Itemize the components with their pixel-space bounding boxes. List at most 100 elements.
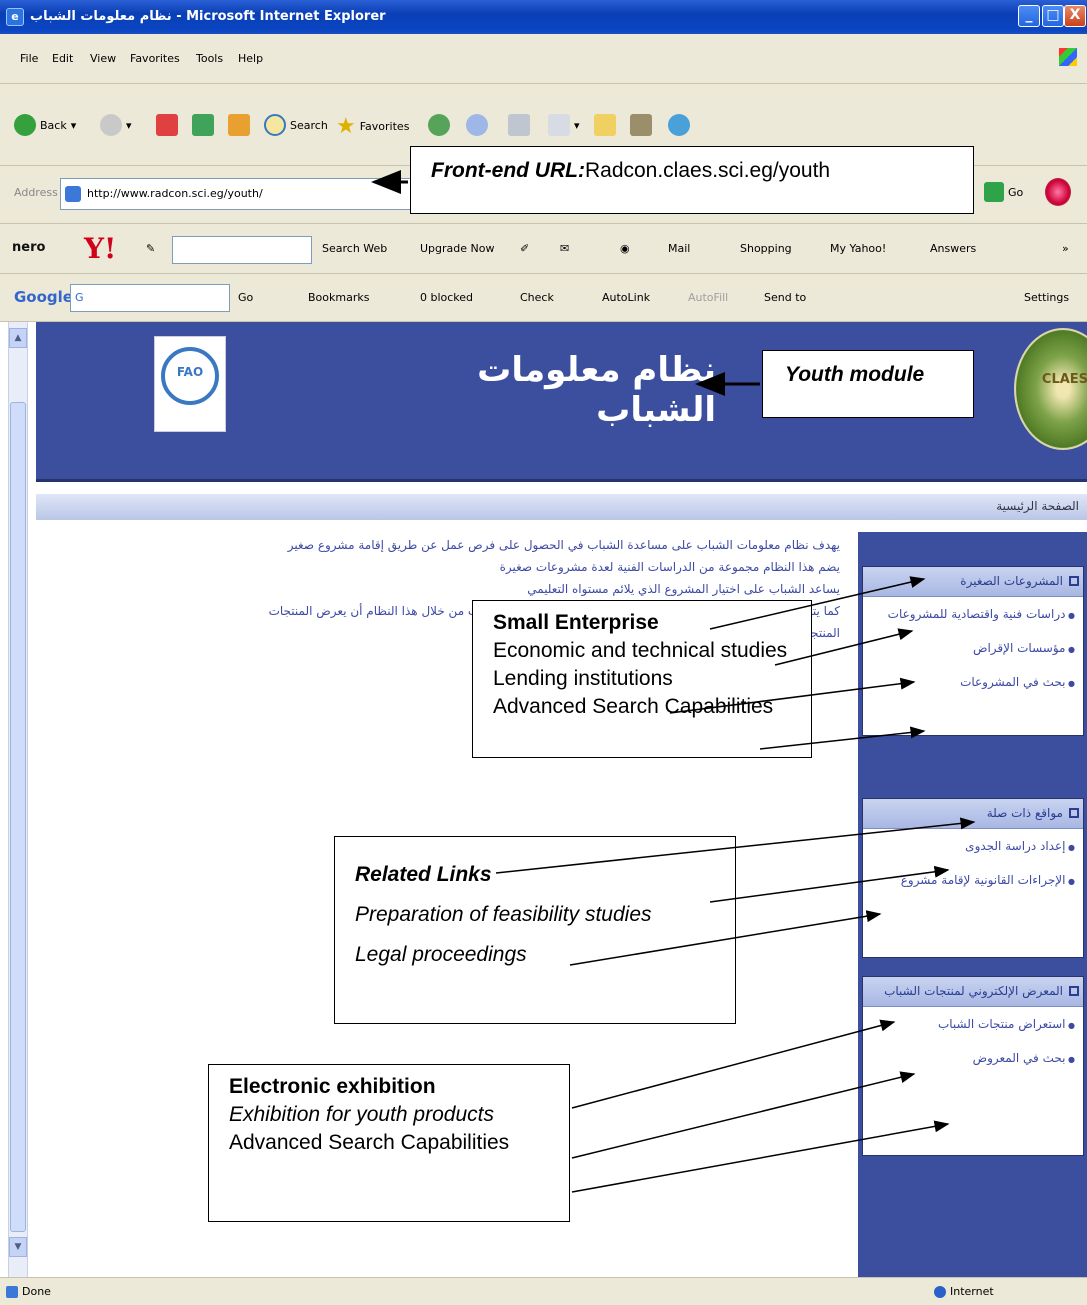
sidebar-section-related-links: مواقع ذات صلة إعداد دراسة الجدوى الإجراء… (862, 798, 1084, 958)
intro-line: يساعد الشباب على اختيار المشروع الذي يلا… (527, 582, 840, 596)
page-icon (65, 186, 81, 202)
print-button[interactable] (508, 114, 530, 136)
forward-button[interactable]: ▾ (100, 114, 132, 136)
sidebar: المشروعات الصغيرة دراسات فنية واقتصادية … (858, 532, 1087, 1277)
mail-icon (466, 114, 488, 136)
history-button[interactable] (428, 114, 450, 136)
refresh-button[interactable] (192, 114, 214, 136)
sidebar-link-youth-products[interactable]: استعراض منتجات الشباب (863, 1007, 1083, 1041)
menu-view[interactable]: View (90, 52, 116, 65)
fao-logo: FAO (154, 336, 226, 432)
minimize-button[interactable]: _ (1018, 5, 1040, 27)
nero-logo[interactable]: nero (12, 240, 45, 255)
maximize-button[interactable]: □ (1042, 5, 1064, 27)
search-label: Search (290, 118, 328, 132)
menu-bar: File Edit View Favorites Tools Help (0, 34, 1087, 84)
star-icon: ★ (336, 114, 356, 139)
status-bar: Done Internet (0, 1277, 1087, 1305)
toolbar-extension-icon[interactable] (1045, 178, 1071, 206)
scroll-up-arrow-icon[interactable]: ▲ (9, 328, 27, 348)
scroll-thumb[interactable] (10, 402, 26, 1232)
folder-button[interactable] (594, 114, 616, 136)
collapse-icon[interactable] (1069, 986, 1079, 996)
yahoo-logo[interactable]: Y! (84, 232, 116, 265)
google-popup-blocker[interactable]: 0 blocked (420, 291, 473, 304)
globe-icon (934, 1286, 946, 1298)
sidebar-section-header[interactable]: المعرض الإلكتروني لمنتجات الشباب (863, 977, 1083, 1007)
title-bar[interactable]: e نظام معلومات الشباب - Microsoft Intern… (0, 0, 1087, 34)
messenger-button[interactable] (668, 114, 690, 136)
yahoo-info-icon[interactable]: ◉ (620, 242, 630, 255)
yahoo-answers-button[interactable]: Answers (930, 242, 976, 255)
callout-electronic-exhibition: Electronic exhibition Exhibition for you… (208, 1064, 570, 1222)
collapse-icon[interactable] (1069, 576, 1079, 586)
address-url: http://www.radcon.sci.eg/youth/ (87, 187, 263, 200)
google-go-button[interactable]: Go (238, 291, 253, 304)
security-zone: Internet (950, 1285, 994, 1298)
intro-line: يضم هذا النظام مجموعة من الدراسات الفنية… (499, 560, 840, 574)
callout-small-line3: Advanced Search Capabilities (493, 695, 774, 718)
yahoo-search-web-button[interactable]: Search Web (322, 242, 387, 255)
yahoo-upgrade-button[interactable]: Upgrade Now (420, 242, 494, 255)
sidebar-link-search-exhibits[interactable]: بحث في المعروض (863, 1041, 1083, 1075)
menu-file[interactable]: File (20, 52, 38, 65)
google-bookmarks-button[interactable]: Bookmarks (308, 291, 369, 304)
edit-icon (548, 114, 570, 136)
favorites-button[interactable]: ★ Favorites (336, 114, 409, 139)
browser-window: e نظام معلومات الشباب - Microsoft Intern… (0, 0, 1087, 1305)
yahoo-shopping-button[interactable]: Shopping (740, 242, 792, 255)
sidebar-section-title: المشروعات الصغيرة (960, 574, 1063, 588)
close-button[interactable]: X (1064, 5, 1086, 27)
callout-youth-label: Youth module (785, 363, 925, 386)
claes-logo-text: CLAES (1041, 372, 1087, 387)
yahoo-mail-icon[interactable]: ✉ (560, 242, 569, 255)
yahoo-my-yahoo-button[interactable]: My Yahoo! (830, 242, 886, 255)
search-button[interactable]: Search (264, 114, 328, 136)
menu-favorites[interactable]: Favorites (130, 52, 180, 65)
callout-url-value: Radcon.claes.sci.eg/youth (584, 159, 831, 182)
history-icon (428, 114, 450, 136)
callout-related-title: Related Links (355, 863, 492, 886)
menu-help[interactable]: Help (238, 52, 263, 65)
go-button[interactable]: Go (1008, 186, 1023, 199)
collapse-icon[interactable] (1069, 808, 1079, 818)
google-check-button[interactable]: Check (520, 291, 554, 304)
yahoo-search-input[interactable] (172, 236, 312, 264)
chevron-down-icon: ▾ (70, 118, 77, 132)
breadcrumb-home[interactable]: الصفحة الرئيسية (996, 499, 1079, 513)
home-button[interactable] (228, 114, 250, 136)
sidebar-link-lending[interactable]: مؤسسات الإقراض (863, 631, 1083, 665)
more-chevron-icon[interactable]: » (1062, 242, 1069, 255)
sidebar-link-feasibility[interactable]: إعداد دراسة الجدوى (863, 829, 1083, 863)
search-icon (264, 114, 286, 136)
go-icon[interactable] (984, 182, 1004, 202)
stop-button[interactable] (156, 114, 178, 136)
back-button[interactable]: Back ▾ (14, 114, 76, 136)
menu-edit[interactable]: Edit (52, 52, 73, 65)
sidebar-link-search-projects[interactable]: بحث في المشروعات (863, 665, 1083, 699)
edit-button[interactable]: ▾ (548, 114, 580, 136)
menu-tools[interactable]: Tools (196, 52, 223, 65)
sidebar-link-studies[interactable]: دراسات فنية واقتصادية للمشروعات (863, 597, 1083, 631)
mail-button[interactable] (466, 114, 488, 136)
vertical-scrollbar[interactable]: ▲ ▼ (8, 322, 28, 1277)
yahoo-mail-button[interactable]: Mail (668, 242, 690, 255)
google-send-to-button[interactable]: Send to (764, 291, 806, 304)
sidebar-section-header[interactable]: مواقع ذات صلة (863, 799, 1083, 829)
research-button[interactable] (630, 114, 652, 136)
google-logo[interactable]: Google (14, 288, 73, 306)
sidebar-link-legal[interactable]: الإجراءات القانونية لإقامة مشروع (863, 863, 1083, 897)
ie-icon: e (6, 8, 24, 26)
sidebar-section-header[interactable]: المشروعات الصغيرة (863, 567, 1083, 597)
google-search-input[interactable]: G (70, 284, 230, 312)
highlight-icon[interactable]: ✐ (520, 242, 529, 255)
google-autolink-button[interactable]: AutoLink (602, 291, 650, 304)
pencil-icon[interactable]: ✎ (146, 242, 155, 255)
back-label: Back (40, 118, 67, 132)
chevron-down-icon: ▾ (574, 118, 580, 132)
google-settings-button[interactable]: Settings (1024, 291, 1069, 304)
google-autofill-button[interactable]: AutoFill (688, 291, 728, 304)
home-icon (228, 114, 250, 136)
fao-logo-text: FAO (176, 365, 204, 379)
scroll-down-arrow-icon[interactable]: ▼ (9, 1237, 27, 1257)
